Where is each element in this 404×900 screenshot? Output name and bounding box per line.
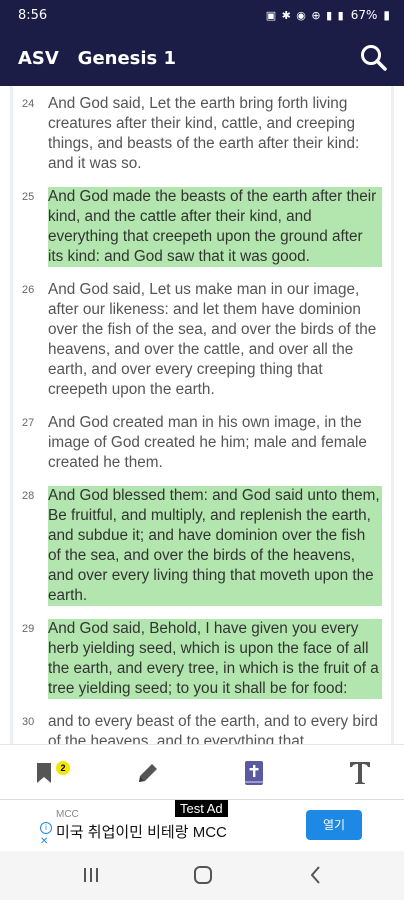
verse-number: 24 xyxy=(22,98,35,110)
ad-close-icon[interactable]: ✕ xyxy=(40,836,48,847)
home-icon xyxy=(194,866,212,884)
verse-number: 27 xyxy=(22,417,35,429)
verse-number: 30 xyxy=(22,716,35,728)
verse-text[interactable]: And God said, Let us make man in our ima… xyxy=(48,280,382,400)
verse-number: 28 xyxy=(22,490,35,502)
verse-text[interactable]: and to every beast of the earth, and to … xyxy=(48,712,382,744)
search-icon xyxy=(361,45,387,71)
search-button[interactable] xyxy=(358,42,390,74)
ad-company: MCC xyxy=(56,809,79,820)
battery-level: 67% xyxy=(350,8,378,22)
ad-open-button[interactable]: 열기 xyxy=(306,810,362,840)
pencil-icon xyxy=(139,764,157,782)
highlight-button[interactable] xyxy=(130,757,166,789)
bottom-toolbar: 2 xyxy=(0,744,404,799)
verse[interactable]: 28 And God blessed them: and God said unt… xyxy=(0,486,404,606)
status-icons: ▣ ✱ ◉ ⊕ ▮ ▮ xyxy=(265,8,345,22)
back-button[interactable] xyxy=(304,863,328,887)
bookmark-count-badge: 2 xyxy=(56,761,70,775)
verse[interactable]: 26 And God said, Let us make man in our i… xyxy=(0,280,404,400)
verse-list: 24 And God said, Let the earth bring fort… xyxy=(0,94,404,744)
verse-text[interactable]: And God created man in his own image, in… xyxy=(48,413,382,473)
verse-number: 29 xyxy=(22,623,35,635)
system-nav-bar xyxy=(0,851,404,900)
recent-apps-button[interactable] xyxy=(79,863,103,887)
bible-version[interactable]: ASV xyxy=(18,48,59,69)
text-format-icon xyxy=(350,762,370,784)
text-size-button[interactable] xyxy=(342,757,378,789)
app-bar: ASV Genesis 1 xyxy=(0,30,404,86)
verse-number: 25 xyxy=(22,191,35,203)
back-icon xyxy=(310,866,320,884)
app-title[interactable]: ASV Genesis 1 xyxy=(18,48,176,69)
verse-text-highlighted[interactable]: And God blessed them: and God said unto … xyxy=(48,486,382,606)
ad-info-icon[interactable]: i xyxy=(40,822,52,834)
status-bar: 8:56 ▣ ✱ ◉ ⊕ ▮ ▮ 67% ▮ xyxy=(0,0,404,30)
verse[interactable]: 24 And God said, Let the earth bring fort… xyxy=(0,94,404,174)
ad-label: Test Ad xyxy=(175,800,228,817)
bookmarks-button[interactable] xyxy=(26,757,62,789)
verse[interactable]: 29 And God said, Behold, I have given you… xyxy=(0,619,404,699)
verse[interactable]: 30 and to every beast of the earth, and t… xyxy=(0,712,404,744)
verse[interactable]: 25 And God made the beasts of the earth a… xyxy=(0,187,404,267)
verse-text-highlighted[interactable]: And God made the beasts of the earth aft… xyxy=(48,187,382,267)
reader-pane[interactable]: 24 And God said, Let the earth bring fort… xyxy=(0,86,404,744)
status-time: 8:56 xyxy=(18,8,48,23)
verse[interactable]: 27 And God created man in his own image, … xyxy=(0,413,404,473)
status-right: ▣ ✱ ◉ ⊕ ▮ ▮ 67% ▮ xyxy=(266,8,390,22)
bible-icon xyxy=(245,761,263,785)
battery-icon: ▮ xyxy=(383,8,390,22)
verse-number: 26 xyxy=(22,284,35,296)
ad-text[interactable]: 미국 취업이민 비테랑 MCC xyxy=(56,821,227,842)
book-chapter[interactable]: Genesis 1 xyxy=(78,48,176,69)
recent-apps-icon xyxy=(84,868,98,882)
bookmark-icon xyxy=(37,763,51,783)
bible-button[interactable] xyxy=(236,757,272,789)
home-button[interactable] xyxy=(191,863,215,887)
verse-text[interactable]: And God said, Let the earth bring forth … xyxy=(48,94,382,174)
verse-text-highlighted[interactable]: And God said, Behold, I have given you e… xyxy=(48,619,382,699)
